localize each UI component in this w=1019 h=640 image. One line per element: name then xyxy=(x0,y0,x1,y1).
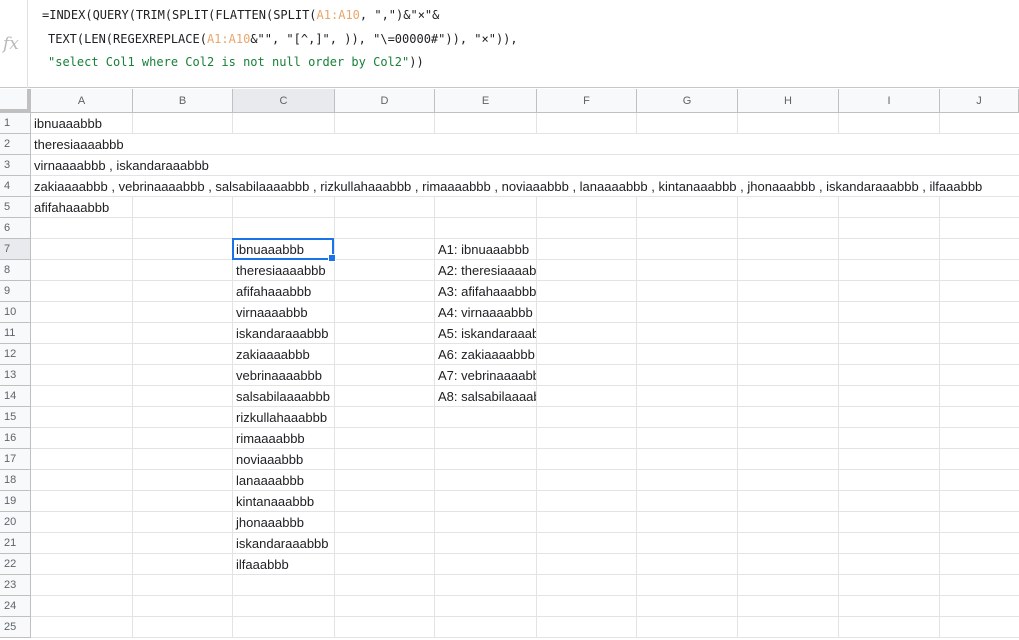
cell-e13[interactable]: A7: vebrinaaaabbb xyxy=(435,365,536,385)
cell-c13[interactable]: vebrinaaaabbb xyxy=(233,365,334,385)
column-header-j[interactable]: J xyxy=(940,89,1019,113)
row-header-10[interactable]: 10 xyxy=(0,302,31,323)
row-gridline xyxy=(31,406,1019,407)
row-header-18[interactable]: 18 xyxy=(0,470,31,491)
column-header-b[interactable]: B xyxy=(133,89,233,113)
cell-e9[interactable]: A3: afifahaaabbb xyxy=(435,281,536,301)
row-header-24[interactable]: 24 xyxy=(0,596,31,617)
cell-c20[interactable]: jhonaaabbb xyxy=(233,512,334,532)
cell-e8[interactable]: A2: theresiaaaabbb xyxy=(435,260,536,280)
row-header-9[interactable]: 9 xyxy=(0,281,31,302)
row-header-14[interactable]: 14 xyxy=(0,386,31,407)
cell-c21[interactable]: iskandaraaabbb xyxy=(233,533,334,553)
formula-line: TEXT(LEN(REGEXREPLACE(A1:A10&"", "[^,]",… xyxy=(48,32,518,46)
row-gridline xyxy=(31,427,1019,428)
cell-c18[interactable]: lanaaaabbb xyxy=(233,470,334,490)
row-header-3[interactable]: 3 xyxy=(0,155,31,176)
row-header-13[interactable]: 13 xyxy=(0,365,31,386)
row-header-5[interactable]: 5 xyxy=(0,197,31,218)
row-gridline xyxy=(31,490,1019,491)
formula-string: "select Col1 where Col2 is not null orde… xyxy=(48,55,410,69)
row-header-21[interactable]: 21 xyxy=(0,533,31,554)
cell-c15[interactable]: rizkullahaaabbb xyxy=(233,407,334,427)
formula-line: "select Col1 where Col2 is not null orde… xyxy=(48,55,424,69)
row-gridline xyxy=(31,217,1019,218)
cell-a2[interactable]: theresiaaaabbb xyxy=(31,134,1019,154)
cell-e12[interactable]: A6: zakiaaaabbb xyxy=(435,344,536,364)
formula-token: &"", "[^,]", )), "\=00000#")), "×")), xyxy=(250,32,518,46)
row-header-12[interactable]: 12 xyxy=(0,344,31,365)
row-header-6[interactable]: 6 xyxy=(0,218,31,239)
row-header-4[interactable]: 4 xyxy=(0,176,31,197)
cell-e11[interactable]: A5: iskandaraaabbb xyxy=(435,323,536,343)
cell-e10[interactable]: A4: virnaaaabbb xyxy=(435,302,536,322)
row-gridline xyxy=(31,616,1019,617)
cell-c9[interactable]: afifahaaabbb xyxy=(233,281,334,301)
cell-c10[interactable]: virnaaaabbb xyxy=(233,302,334,322)
row-header-19[interactable]: 19 xyxy=(0,491,31,512)
active-cell-selection[interactable] xyxy=(232,238,336,262)
row-gridline xyxy=(31,448,1019,449)
row-gridline xyxy=(31,196,1019,197)
row-header-2[interactable]: 2 xyxy=(0,134,31,155)
fx-icon: fx xyxy=(0,0,28,88)
column-header-h[interactable]: H xyxy=(738,89,839,113)
cell-c19[interactable]: kintanaaabbb xyxy=(233,491,334,511)
cell-c22[interactable]: ilfaaabbb xyxy=(233,554,334,574)
select-all-corner[interactable] xyxy=(0,89,31,113)
row-header-1[interactable]: 1 xyxy=(0,113,31,134)
row-header-23[interactable]: 23 xyxy=(0,575,31,596)
row-header-7[interactable]: 7 xyxy=(0,239,31,260)
column-header-d[interactable]: D xyxy=(335,89,435,113)
cell-e7[interactable]: A1: ibnuaaabbb xyxy=(435,239,536,259)
row-gridline xyxy=(31,637,1019,638)
formula-line: =INDEX(QUERY(TRIM(SPLIT(FLATTEN(SPLIT(A1… xyxy=(42,8,439,22)
cell-c12[interactable]: zakiaaaabbb xyxy=(233,344,334,364)
formula-token: , ",")&"×"& xyxy=(359,8,440,22)
row-header-15[interactable]: 15 xyxy=(0,407,31,428)
cell-c8[interactable]: theresiaaaabbb xyxy=(233,260,334,280)
row-header-8[interactable]: 8 xyxy=(0,260,31,281)
cell-a4[interactable]: zakiaaaabbb , vebrinaaaabbb , salsabilaa… xyxy=(31,176,1019,196)
row-gridline xyxy=(31,574,1019,575)
row-header-22[interactable]: 22 xyxy=(0,554,31,575)
column-header-c[interactable]: C xyxy=(233,89,335,113)
row-gridline xyxy=(31,532,1019,533)
formula-token: =INDEX(QUERY(TRIM(SPLIT(FLATTEN(SPLIT( xyxy=(42,8,317,22)
formula-range-ref: A1:A10 xyxy=(206,32,251,46)
column-header-i[interactable]: I xyxy=(839,89,940,113)
cell-a3[interactable]: virnaaaabbb , iskandaraaabbb xyxy=(31,155,1019,175)
row-header-25[interactable]: 25 xyxy=(0,617,31,638)
row-gridline xyxy=(31,511,1019,512)
row-gridline xyxy=(31,553,1019,554)
column-header-e[interactable]: E xyxy=(435,89,537,113)
column-header-g[interactable]: G xyxy=(637,89,738,113)
row-gridline xyxy=(31,595,1019,596)
cell-c14[interactable]: salsabilaaaabbb xyxy=(233,386,334,406)
row-header-16[interactable]: 16 xyxy=(0,428,31,449)
cell-c16[interactable]: rimaaaabbb xyxy=(233,428,334,448)
formula-token: )) xyxy=(409,55,424,69)
cell-a1[interactable]: ibnuaaabbb xyxy=(31,113,132,133)
row-header-20[interactable]: 20 xyxy=(0,512,31,533)
cell-c11[interactable]: iskandaraaabbb xyxy=(233,323,334,343)
cell-e14[interactable]: A8: salsabilaaaabbb xyxy=(435,386,536,406)
formula-bar[interactable]: fx =INDEX(QUERY(TRIM(SPLIT(FLATTEN(SPLIT… xyxy=(0,0,1019,88)
cell-c17[interactable]: noviaaabbb xyxy=(233,449,334,469)
row-gridline xyxy=(31,469,1019,470)
column-header-a[interactable]: A xyxy=(31,89,133,113)
row-header-17[interactable]: 17 xyxy=(0,449,31,470)
column-header-f[interactable]: F xyxy=(537,89,637,113)
formula-range-ref: A1:A10 xyxy=(316,8,360,22)
cell-a5[interactable]: afifahaaabbb xyxy=(31,197,132,217)
formula-token: TEXT(LEN(REGEXREPLACE( xyxy=(48,32,207,46)
row-header-11[interactable]: 11 xyxy=(0,323,31,344)
